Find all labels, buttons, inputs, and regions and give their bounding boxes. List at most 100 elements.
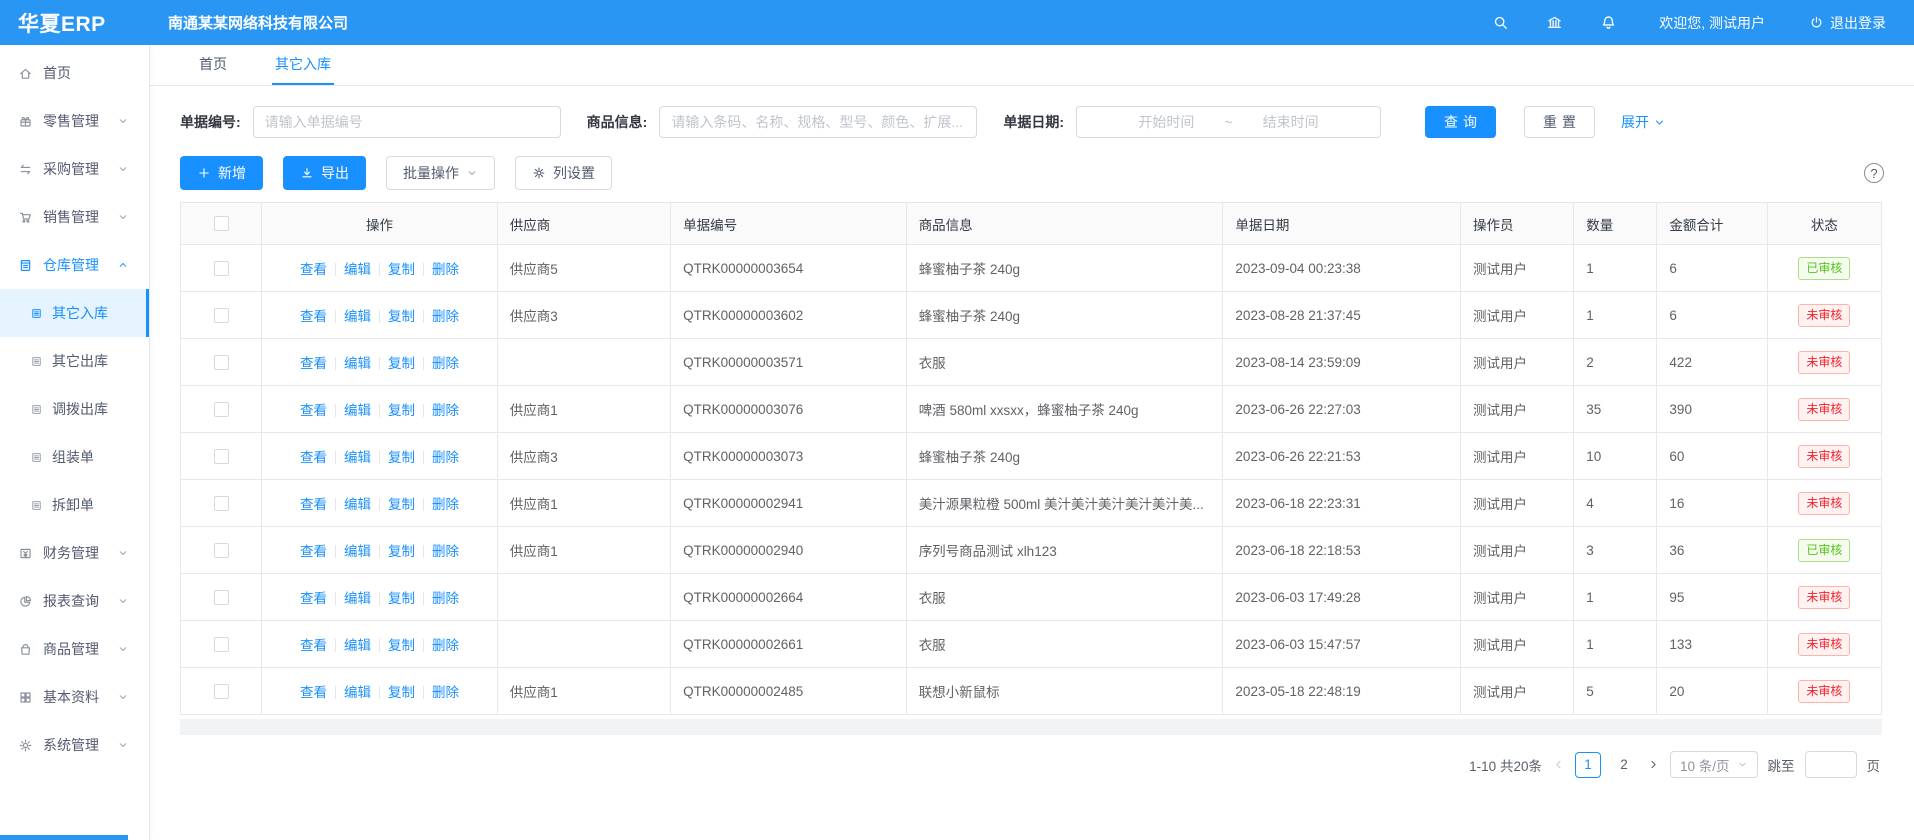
copy-link[interactable]: 复制 (388, 638, 415, 653)
tab-1[interactable]: 首页 (196, 45, 230, 85)
row-checkbox[interactable] (214, 402, 229, 417)
edit-link[interactable]: 编辑 (344, 497, 371, 512)
copy-link[interactable]: 复制 (388, 544, 415, 559)
row-checkbox[interactable] (214, 496, 229, 511)
platform-button[interactable] (1546, 14, 1563, 31)
row-checkbox[interactable] (214, 308, 229, 323)
sidebar-item-home[interactable]: 首页 (0, 49, 149, 97)
date-range-picker[interactable]: ~ (1076, 106, 1381, 138)
jump-page-input[interactable] (1805, 751, 1857, 778)
edit-link[interactable]: 编辑 (344, 450, 371, 465)
edit-link[interactable]: 编辑 (344, 262, 371, 277)
view-link[interactable]: 查看 (300, 544, 327, 559)
view-link[interactable]: 查看 (300, 450, 327, 465)
edit-link[interactable]: 编辑 (344, 591, 371, 606)
delete-link[interactable]: 删除 (432, 685, 459, 700)
edit-link[interactable]: 编辑 (344, 638, 371, 653)
delete-link[interactable]: 删除 (432, 309, 459, 324)
edit-link[interactable]: 编辑 (344, 403, 371, 418)
amount-cell: 36 (1657, 527, 1767, 574)
delete-link[interactable]: 删除 (432, 403, 459, 418)
sidebar-item-transfer-outbound[interactable]: 调拨出库 (0, 385, 149, 433)
edit-link[interactable]: 编辑 (344, 544, 371, 559)
sidebar-item-assembly[interactable]: 组装单 (0, 433, 149, 481)
sidebar-item-basedata[interactable]: 基本资料 (0, 673, 149, 721)
delete-link[interactable]: 删除 (432, 356, 459, 371)
start-date-input[interactable] (1114, 113, 1218, 131)
table-row: 查看编辑复制删除QTRK00000002664衣服2023-06-03 17:4… (181, 574, 1882, 621)
notifications-button[interactable] (1600, 14, 1617, 31)
copy-link[interactable]: 复制 (388, 309, 415, 324)
copy-link[interactable]: 复制 (388, 450, 415, 465)
delete-link[interactable]: 删除 (432, 497, 459, 512)
row-checkbox[interactable] (214, 637, 229, 652)
row-checkbox[interactable] (214, 684, 229, 699)
page-2-button[interactable]: 2 (1611, 752, 1637, 778)
copy-link[interactable]: 复制 (388, 497, 415, 512)
query-button[interactable]: 查询 (1425, 106, 1496, 138)
sidebar-item-disassembly[interactable]: 拆卸单 (0, 481, 149, 529)
horizontal-scrollbar[interactable] (180, 719, 1882, 735)
sidebar-item-retail[interactable]: 零售管理 (0, 97, 149, 145)
delete-link[interactable]: 删除 (432, 591, 459, 606)
report-icon (18, 594, 33, 609)
copy-link[interactable]: 复制 (388, 262, 415, 277)
sidebar-item-finance[interactable]: 财务管理 (0, 529, 149, 577)
row-checkbox[interactable] (214, 355, 229, 370)
column-settings-button[interactable]: 列设置 (515, 156, 612, 190)
view-link[interactable]: 查看 (300, 403, 327, 418)
copy-link[interactable]: 复制 (388, 591, 415, 606)
edit-link[interactable]: 编辑 (344, 356, 371, 371)
sidebar-item-goods[interactable]: 商品管理 (0, 625, 149, 673)
bill-no-input[interactable] (253, 106, 561, 138)
help-button[interactable]: ? (1864, 163, 1884, 183)
logout-button[interactable]: 退出登录 (1809, 13, 1886, 33)
reset-button[interactable]: 重置 (1524, 106, 1595, 138)
page-size-select[interactable]: 10 条/页 (1670, 751, 1758, 778)
view-link[interactable]: 查看 (300, 638, 327, 653)
sidebar-item-other-inbound[interactable]: 其它入库 (0, 289, 149, 337)
edit-link[interactable]: 编辑 (344, 685, 371, 700)
view-link[interactable]: 查看 (300, 309, 327, 324)
export-button[interactable]: 导出 (283, 156, 366, 190)
sidebar-item-other-outbound[interactable]: 其它出库 (0, 337, 149, 385)
delete-link[interactable]: 删除 (432, 262, 459, 277)
row-checkbox[interactable] (214, 590, 229, 605)
topbar-actions: 欢迎您, 测试用户 退出登录 (1455, 13, 1914, 33)
view-link[interactable]: 查看 (300, 685, 327, 700)
row-checkbox[interactable] (214, 449, 229, 464)
product-info-input[interactable] (659, 106, 977, 138)
view-link[interactable]: 查看 (300, 262, 327, 277)
copy-link[interactable]: 复制 (388, 356, 415, 371)
prev-page-button[interactable] (1552, 758, 1565, 771)
select-all-checkbox[interactable] (214, 216, 229, 231)
action-divider (423, 357, 424, 370)
sidebar-item-report[interactable]: 报表查询 (0, 577, 149, 625)
view-link[interactable]: 查看 (300, 356, 327, 371)
sidebar-item-system[interactable]: 系统管理 (0, 721, 149, 769)
row-checkbox[interactable] (214, 261, 229, 276)
delete-link[interactable]: 删除 (432, 544, 459, 559)
add-button[interactable]: 新增 (180, 156, 263, 190)
app-logo[interactable]: 华夏ERP (0, 8, 150, 38)
sidebar-item-sales[interactable]: 销售管理 (0, 193, 149, 241)
view-link[interactable]: 查看 (300, 497, 327, 512)
page-1-button[interactable]: 1 (1575, 752, 1601, 778)
copy-link[interactable]: 复制 (388, 685, 415, 700)
search-button[interactable] (1492, 14, 1509, 31)
bill-date-cell: 2023-06-26 22:21:53 (1223, 433, 1461, 480)
expand-link[interactable]: 展开 (1621, 112, 1666, 132)
end-date-input[interactable] (1239, 113, 1343, 131)
sidebar-item-purchase[interactable]: 采购管理 (0, 145, 149, 193)
copy-link[interactable]: 复制 (388, 403, 415, 418)
delete-link[interactable]: 删除 (432, 638, 459, 653)
edit-link[interactable]: 编辑 (344, 309, 371, 324)
batch-actions-button[interactable]: 批量操作 (386, 156, 495, 190)
tab-2[interactable]: 其它入库 (272, 45, 334, 85)
next-page-button[interactable] (1647, 758, 1660, 771)
view-link[interactable]: 查看 (300, 591, 327, 606)
row-checkbox[interactable] (214, 543, 229, 558)
sidebar-item-warehouse[interactable]: 仓库管理 (0, 241, 149, 289)
supplier-cell: 供应商1 (497, 527, 670, 574)
delete-link[interactable]: 删除 (432, 450, 459, 465)
